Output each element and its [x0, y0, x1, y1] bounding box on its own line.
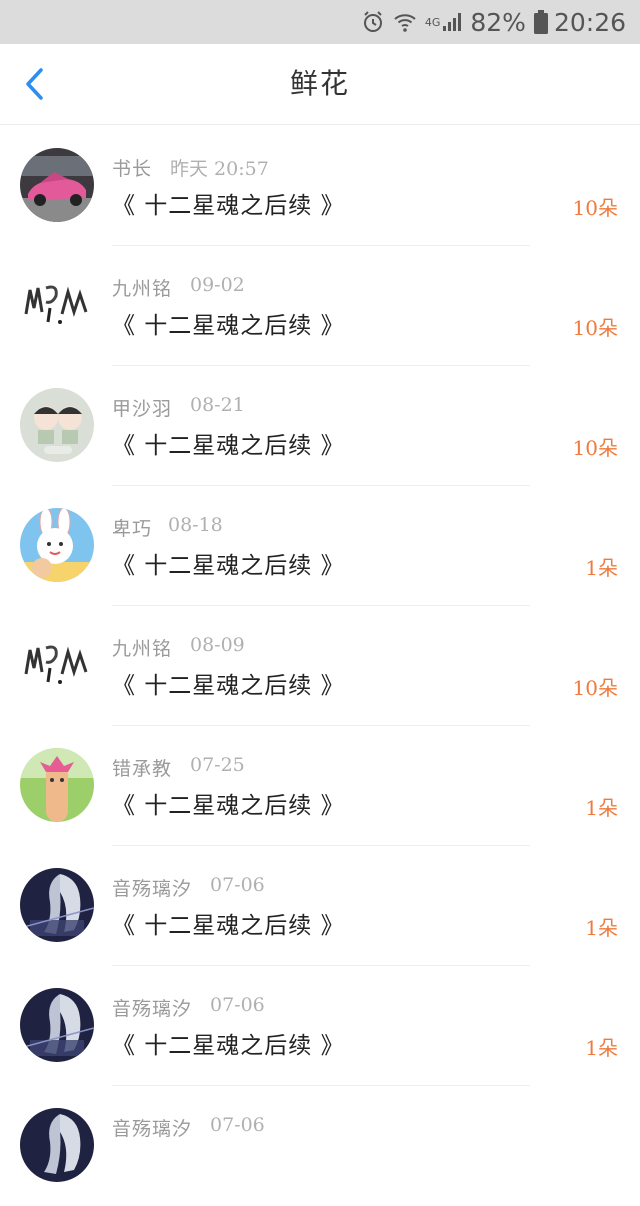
sender-name: 音殇璃汐	[112, 998, 193, 1020]
list-item[interactable]: 书长 昨天 20:57 《 十二星魂之后续 》 10朵	[0, 126, 640, 246]
network-label: 4G	[424, 15, 441, 29]
list-item[interactable]: 音殇璃汐 07-06 《 十二星魂之后续 》 1朵	[0, 966, 640, 1086]
sender-name: 九州铭	[112, 638, 173, 660]
sent-date: 08-21	[190, 394, 245, 416]
chibi-dolls-avatar[interactable]	[20, 388, 94, 462]
page-title: 鲜花	[289, 67, 350, 100]
sent-date: 09-02	[190, 274, 245, 296]
flower-count: 1朵	[585, 556, 618, 580]
anime-silver-hair-avatar[interactable]	[20, 868, 94, 942]
anime-silver-hair-avatar[interactable]	[20, 988, 94, 1062]
book-title: 《 十二星魂之后续 》	[112, 1033, 345, 1059]
sent-date: 昨天 20:57	[170, 158, 269, 180]
sender-name: 错承教	[112, 758, 173, 780]
battery-percent: 82%	[470, 7, 526, 37]
sent-date: 08-18	[168, 514, 223, 536]
list-item[interactable]: 音殇璃汐 07-06 《 十二星魂之后续 》 1朵	[0, 846, 640, 966]
flower-count: 10朵	[572, 316, 618, 340]
book-title: 《 十二星魂之后续 》	[112, 553, 345, 579]
ink-calligraphy-avatar[interactable]	[20, 628, 94, 702]
flower-count: 1朵	[585, 796, 618, 820]
sender-name: 音殇璃汐	[112, 1118, 193, 1140]
ink-calligraphy-avatar[interactable]	[20, 268, 94, 342]
anime-silver-hair-avatar[interactable]	[20, 1108, 94, 1182]
book-title: 《 十二星魂之后续 》	[112, 913, 345, 939]
sender-name: 卑巧	[112, 518, 153, 540]
car-photo-avatar[interactable]	[20, 148, 94, 222]
sent-date: 07-25	[190, 754, 245, 776]
flower-count: 10朵	[572, 196, 618, 220]
sent-date: 07-06	[210, 1114, 265, 1136]
flower-list: 书长 昨天 20:57 《 十二星魂之后续 》 10朵 九州铭 09-02 《 …	[0, 126, 640, 1206]
book-title: 《 十二星魂之后续 》	[112, 193, 345, 219]
alarm-icon	[361, 10, 385, 34]
flower-count: 10朵	[572, 676, 618, 700]
list-item[interactable]: 卑巧 08-18 《 十二星魂之后续 》 1朵	[0, 486, 640, 606]
sender-name: 九州铭	[112, 278, 173, 300]
list-item[interactable]: 错承教 07-25 《 十二星魂之后续 》 1朵	[0, 726, 640, 846]
bunny-cartoon-avatar[interactable]	[20, 508, 94, 582]
book-title: 《 十二星魂之后续 》	[112, 673, 345, 699]
flower-count: 1朵	[585, 916, 618, 940]
book-title: 《 十二星魂之后续 》	[112, 793, 345, 819]
sender-name: 甲沙羽	[112, 398, 173, 420]
nav-bar: 鲜花	[0, 44, 640, 125]
book-title: 《 十二星魂之后续 》	[112, 313, 345, 339]
sent-date: 08-09	[190, 634, 245, 656]
4g-signal-icon: 4G	[425, 12, 465, 32]
book-title: 《 十二星魂之后续 》	[112, 433, 345, 459]
list-item[interactable]: 甲沙羽 08-21 《 十二星魂之后续 》 10朵	[0, 366, 640, 486]
status-bar: 4G 82% 20:26	[0, 0, 640, 44]
list-item[interactable]: 九州铭 09-02 《 十二星魂之后续 》 10朵	[0, 246, 640, 366]
list-item[interactable]: 九州铭 08-09 《 十二星魂之后续 》 10朵	[0, 606, 640, 726]
sent-date: 07-06	[210, 994, 265, 1016]
sender-name: 音殇璃汐	[112, 878, 193, 900]
flower-count: 1朵	[585, 1036, 618, 1060]
sender-name: 书长	[112, 158, 153, 180]
wifi-icon	[393, 10, 417, 34]
clock-time: 20:26	[553, 7, 626, 37]
sent-date: 07-06	[210, 874, 265, 896]
list-item[interactable]: 音殇璃汐 07-06	[0, 1086, 640, 1206]
battery-icon	[533, 10, 548, 34]
finger-puppet-avatar[interactable]	[20, 748, 94, 822]
flower-count: 10朵	[572, 436, 618, 460]
